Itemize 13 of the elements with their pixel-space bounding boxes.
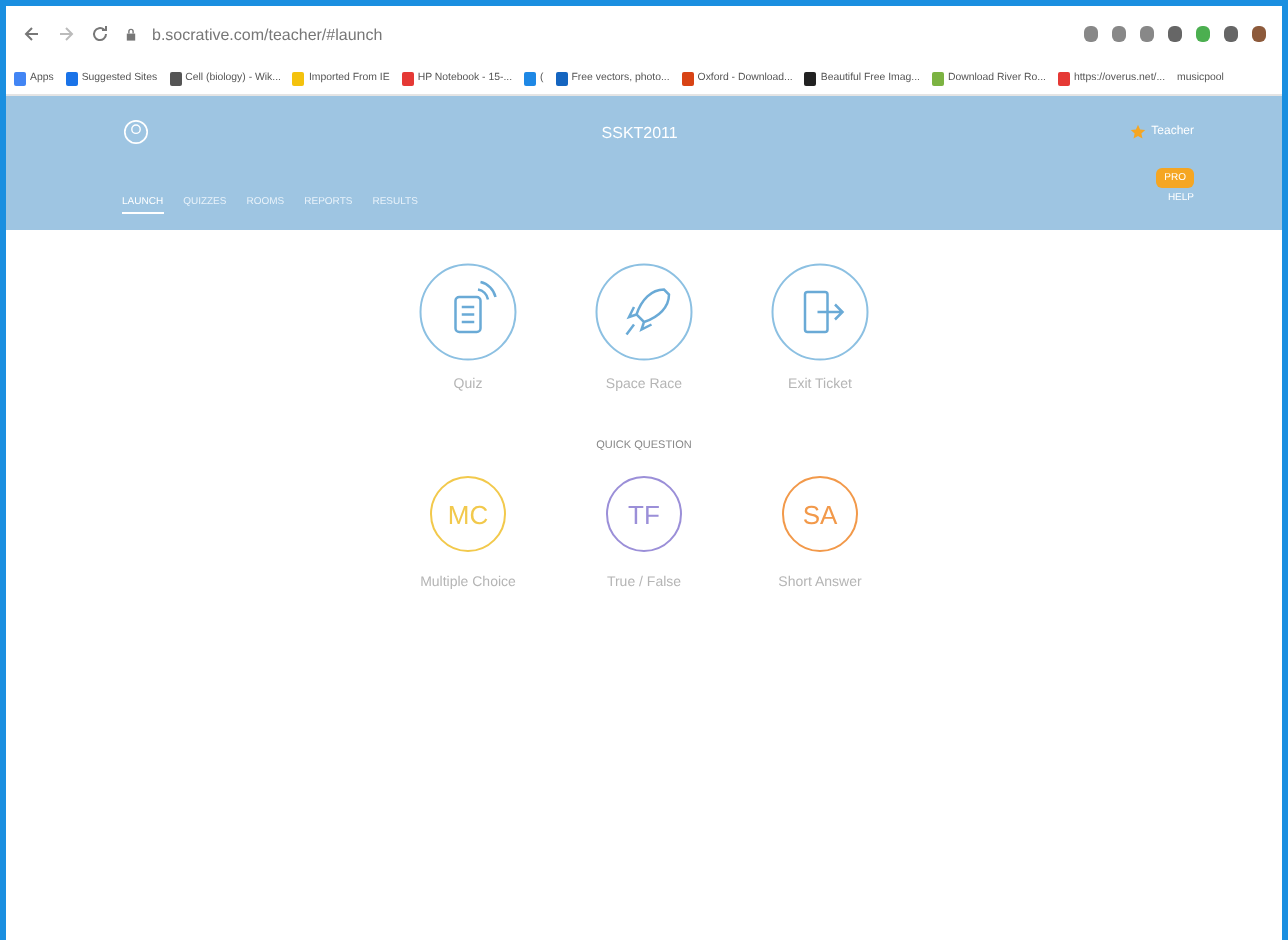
address-bar[interactable]: b.socrative.com/teacher/#launch — [152, 25, 383, 43]
lock-icon — [124, 27, 138, 41]
forward-icon[interactable] — [56, 24, 76, 44]
room-name[interactable]: SSKT2011 — [601, 123, 678, 141]
exit-circle-icon[interactable] — [770, 262, 870, 362]
rocket-circle-icon[interactable] — [594, 262, 694, 362]
reload-icon[interactable] — [90, 24, 110, 44]
quiz-circle-icon[interactable] — [418, 262, 518, 362]
question-type-button[interactable]: TF — [606, 476, 682, 552]
logo-icon[interactable] — [122, 118, 150, 146]
question-type-button[interactable]: SA — [782, 476, 858, 552]
question-type-button[interactable]: MC — [430, 476, 506, 552]
back-icon[interactable] — [22, 24, 42, 44]
